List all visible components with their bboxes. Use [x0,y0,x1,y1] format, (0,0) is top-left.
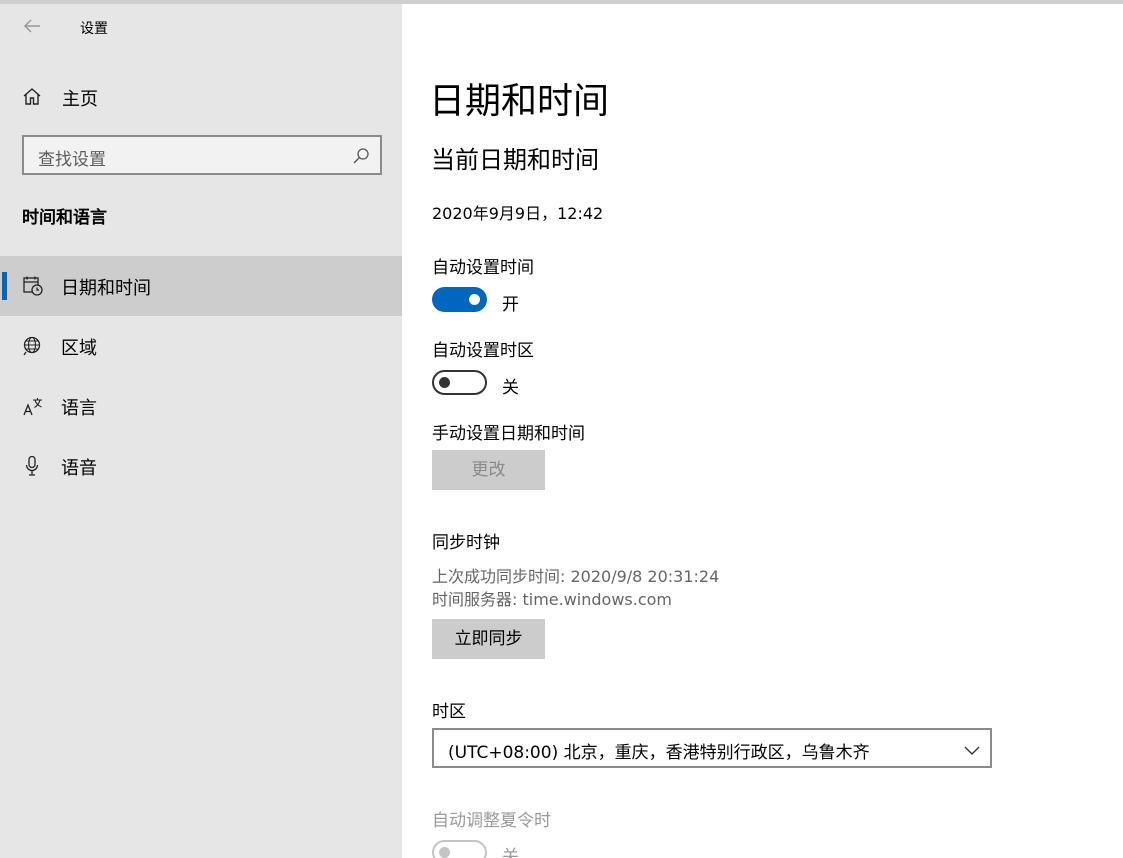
current-datetime: 2020年9月9日，12:42 [432,204,604,223]
timezone-label: 时区 [432,702,466,722]
sidebar-item-language[interactable]: 语言 [0,376,402,436]
auto-timezone-label: 自动设置时区 [432,341,534,361]
chevron-down-icon [964,742,980,755]
active-indicator [2,272,7,300]
change-button[interactable]: 更改 [432,450,545,490]
sidebar-item-speech[interactable]: 语音 [0,436,402,496]
time-server: 时间服务器: time.windows.com [432,590,673,609]
calendar-clock-icon [22,275,44,297]
last-sync-time: 上次成功同步时间: 2020/9/8 20:31:24 [432,567,720,586]
auto-timezone-state: 关 [502,378,519,398]
section-title: 时间和语言 [22,208,107,228]
sync-clock-label: 同步时钟 [432,533,500,553]
section-subtitle: 当前日期和时间 [431,146,599,174]
timezone-select[interactable]: (UTC+08:00) 北京，重庆，香港特别行政区，乌鲁木齐 [432,728,992,768]
auto-time-toggle[interactable] [432,287,487,312]
window-title: 设置 [80,21,108,37]
language-icon [22,395,44,417]
timezone-value: (UTC+08:00) 北京，重庆，香港特别行政区，乌鲁木齐 [448,743,870,763]
toggle-knob [439,847,450,858]
dst-state: 关 [502,847,519,858]
auto-time-label: 自动设置时间 [432,258,534,278]
toggle-knob [469,294,480,305]
sync-now-button[interactable]: 立即同步 [432,619,545,659]
sidebar-item-region[interactable]: 区域 [0,316,402,376]
sidebar-item-label: 语音 [61,458,97,479]
home-icon [22,86,42,106]
toggle-knob [439,377,450,388]
home-nav-item[interactable]: 主页 [0,74,402,118]
sidebar: 设置 主页 查找设置 时间和语言 日期和时间 区域 语言 语音 [0,4,402,858]
sidebar-item-label: 区域 [61,338,97,359]
sidebar-item-label: 语言 [61,398,97,419]
search-placeholder: 查找设置 [38,150,106,170]
manual-datetime-label: 手动设置日期和时间 [432,424,585,444]
microphone-icon [22,455,44,477]
sidebar-item-date-time[interactable]: 日期和时间 [0,256,402,316]
auto-time-state: 开 [502,295,519,315]
main-content: 日期和时间 当前日期和时间 2020年9月9日，12:42 自动设置时间 开 自… [402,4,1123,858]
globe-icon [22,335,44,357]
auto-timezone-toggle[interactable] [432,370,487,395]
page-title: 日期和时间 [429,81,610,122]
search-input[interactable]: 查找设置 [22,135,382,175]
back-arrow-icon[interactable] [22,16,44,38]
sidebar-item-label: 日期和时间 [61,278,151,299]
dst-toggle[interactable] [432,840,487,858]
search-icon[interactable] [352,147,370,165]
home-label: 主页 [62,89,98,110]
dst-label: 自动调整夏令时 [432,811,551,831]
